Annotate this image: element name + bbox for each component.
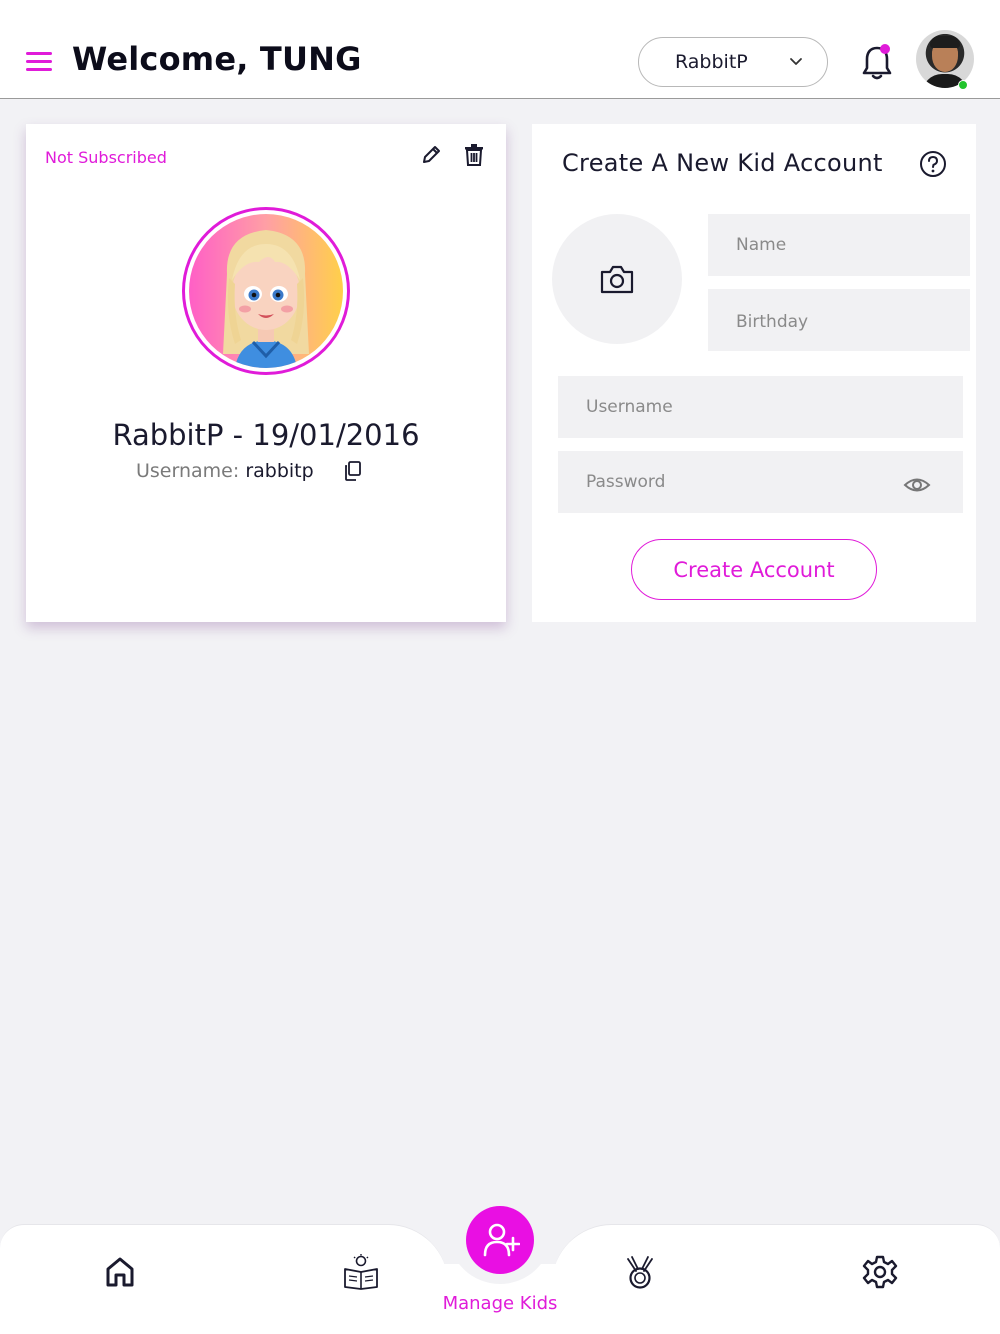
notification-badge [880, 44, 890, 54]
subscription-status: Not Subscribed [45, 148, 167, 167]
create-account-button[interactable]: Create Account [631, 539, 877, 600]
kid-selector-dropdown[interactable]: RabbitP [638, 37, 828, 87]
kid-avatar [182, 207, 350, 375]
kid-profile-card: Not Subscribed RabbitP - 19/01/2016 User… [26, 124, 506, 622]
kid-name-birthdate: RabbitP - 19/01/2016 [112, 418, 420, 452]
delete-trash-icon[interactable] [463, 143, 485, 167]
username-value: rabbitp [245, 460, 314, 482]
username-label: Username: [136, 460, 240, 482]
copy-icon[interactable] [344, 461, 362, 481]
hamburger-menu-icon[interactable] [26, 52, 52, 74]
online-status-indicator [958, 80, 968, 90]
cartoon-girl-icon [223, 230, 309, 368]
create-kid-account-title: Create A New Kid Account [562, 149, 883, 177]
add-user-icon [483, 1223, 520, 1257]
user-avatar[interactable] [916, 30, 974, 88]
name-field[interactable] [708, 214, 970, 276]
show-password-eye-icon[interactable] [903, 474, 931, 496]
create-kid-account-panel: Create A New Kid Account Create Account [532, 124, 976, 622]
birthday-field[interactable] [708, 289, 970, 351]
kid-photo-picker[interactable] [552, 214, 682, 344]
manage-kids-label[interactable]: Manage Kids [400, 1293, 600, 1314]
kid-selector-value: RabbitP [675, 51, 748, 73]
welcome-title: Welcome, TUNG [72, 40, 362, 78]
lesson-book-icon[interactable] [342, 1253, 380, 1291]
kid-username-row: Username: rabbitp [136, 460, 314, 482]
manage-kids-button[interactable] [466, 1206, 534, 1274]
settings-icon[interactable] [862, 1254, 898, 1290]
edit-pencil-icon[interactable] [420, 144, 442, 166]
top-bar: Welcome, TUNG RabbitP [0, 0, 1000, 99]
help-question-icon[interactable] [919, 150, 947, 178]
username-field[interactable] [558, 376, 963, 438]
home-icon[interactable] [104, 1255, 136, 1289]
medal-icon[interactable] [624, 1255, 656, 1289]
camera-icon [600, 265, 634, 294]
chevron-down-icon [790, 58, 802, 65]
